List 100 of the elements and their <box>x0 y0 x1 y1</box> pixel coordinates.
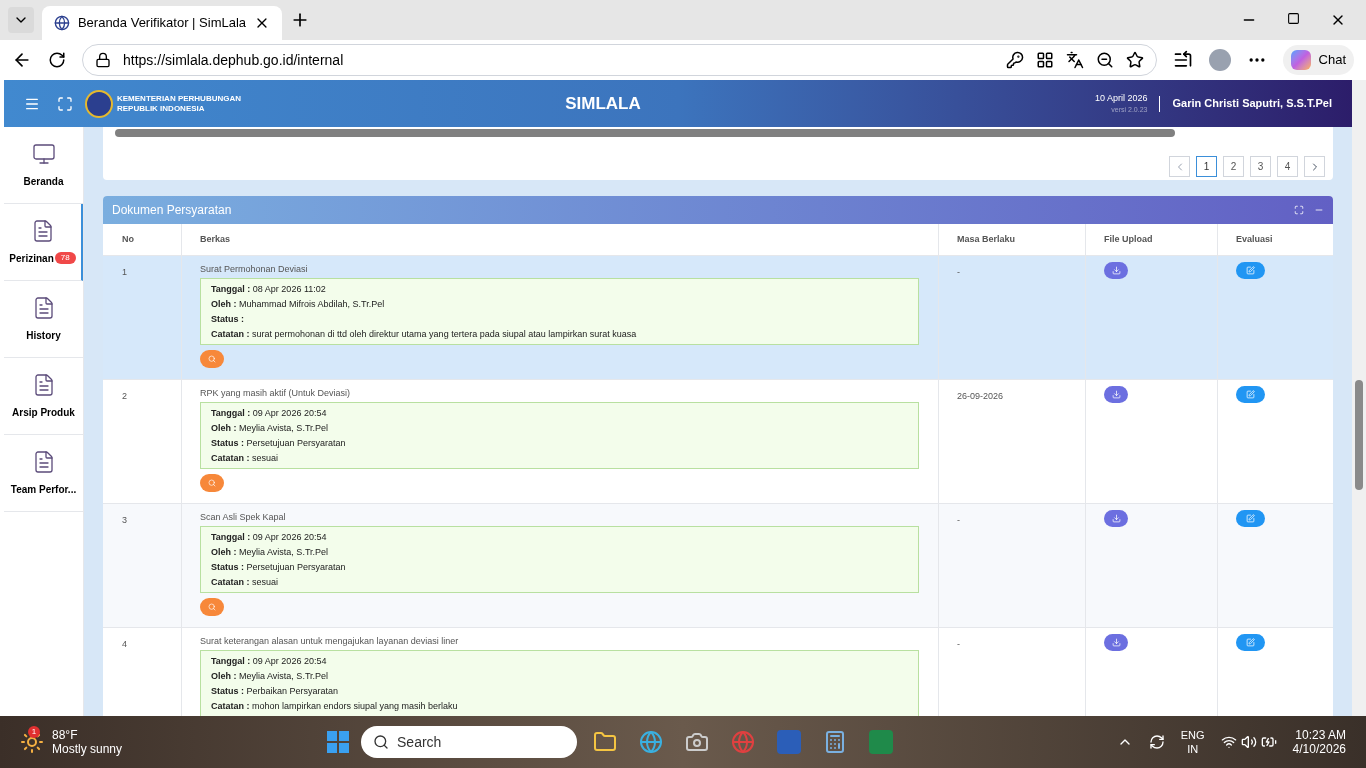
browser-icon[interactable] <box>639 730 664 754</box>
weather-condition: Mostly sunny <box>52 742 123 756</box>
edit-icon <box>1246 638 1255 647</box>
note-line: Oleh : Meylia Avista, S.Tr.Pel <box>211 669 330 682</box>
camera-icon[interactable] <box>685 730 710 754</box>
column-header: File Upload <box>1104 232 1153 246</box>
note-line: Catatan : mohon lampirkan endors siupal yang masih berlaku <box>211 699 459 712</box>
fullscreen-icon[interactable] <box>57 95 73 112</box>
evaluate-button[interactable] <box>1236 510 1265 527</box>
vertical-scrollbar[interactable] <box>1352 80 1366 716</box>
row-number: 3 <box>122 515 127 525</box>
url-text: https://simlala.dephub.go.id/internal <box>123 50 345 70</box>
evaluate-button[interactable] <box>1236 262 1265 279</box>
edit-icon <box>1246 266 1255 275</box>
document-name: Surat keterangan alasan untuk mengajukan layanan deviasi liner <box>200 635 460 648</box>
search-icon <box>208 478 216 487</box>
download-button[interactable] <box>1104 634 1128 651</box>
validity-date: - <box>957 515 960 525</box>
star-icon[interactable] <box>1125 51 1144 69</box>
note-line: Catatan : sesuai <box>211 575 280 588</box>
chat-button[interactable]: Chat <box>1282 45 1354 75</box>
sidebar-item[interactable]: Perizinan 78 <box>4 204 83 281</box>
horizontal-scrollbar[interactable] <box>115 129 1175 137</box>
note-line: Catatan : sesuai <box>211 451 280 464</box>
edit-icon <box>1246 514 1255 523</box>
view-button[interactable] <box>200 597 224 616</box>
column-header: Berkas <box>200 232 231 246</box>
user-name: Garin Christi Saputri, S.S.T.Pel <box>1172 96 1332 112</box>
table-row[interactable]: 3 Scan Asli Spek Kapal Tanggal : 09 Apr 2026 20:54 Oleh : Meylia Avista, S.Tr.Pel Status : Persetujuan Persyaratan Catatan : sesuai - <box>103 504 1333 628</box>
globe-icon <box>54 15 70 31</box>
org-name: REPUBLIK INDONESIA <box>117 103 206 114</box>
tab-title: Beranda Verifikator | SimLala <box>77 14 247 33</box>
temperature: 88°F <box>52 728 79 742</box>
wifi-icon[interactable] <box>1220 734 1237 750</box>
volume-icon[interactable] <box>1240 734 1257 750</box>
reload-icon[interactable] <box>48 51 66 69</box>
monitor-icon <box>31 141 56 166</box>
note-line: Tanggal : 08 Apr 2026 11:02 <box>211 282 327 295</box>
app-title: SIMLALA <box>565 92 641 115</box>
download-button[interactable] <box>1104 386 1128 403</box>
note-line: Status : Persetujuan Persyaratan <box>211 560 347 573</box>
next-page-button[interactable] <box>1304 156 1325 177</box>
page-button[interactable]: 4 <box>1277 156 1298 177</box>
table-row[interactable]: 2 RPK yang masih aktif (Untuk Deviasi) Tanggal : 09 Apr 2026 20:54 Oleh : Meylia Avista, S.Tr.Pel Status : Persetujuan Persyaratan Catatan : sesuai 26-09-2026 <box>103 380 1333 504</box>
note-line: Status : <box>211 312 245 325</box>
translate-icon[interactable] <box>1065 51 1084 69</box>
folder-icon[interactable] <box>593 730 618 754</box>
note-line: Tanggal : 09 Apr 2026 20:54 <box>211 406 328 419</box>
key-icon[interactable] <box>1005 51 1024 69</box>
download-icon <box>1111 266 1121 275</box>
sync-icon[interactable] <box>1148 734 1165 750</box>
page-button[interactable]: 3 <box>1250 156 1271 177</box>
header-date: 10 April 2026 <box>1094 91 1148 105</box>
zoom-out-icon[interactable] <box>1095 51 1114 69</box>
row-number: 1 <box>122 267 127 277</box>
column-header: Evaluasi <box>1236 232 1273 246</box>
browser-tab[interactable]: Beranda Verifikator | SimLala <box>42 6 282 40</box>
evaluate-button[interactable] <box>1236 634 1265 651</box>
favorites-icon[interactable] <box>1172 50 1193 70</box>
panel-title: Dokumen Persyaratan <box>112 202 233 219</box>
download-icon <box>1111 390 1121 399</box>
document-name: Scan Asli Spek Kapal <box>200 511 287 524</box>
count-badge: 78 <box>54 252 76 264</box>
excel-icon[interactable] <box>869 730 894 754</box>
download-button[interactable] <box>1104 510 1128 527</box>
search-field[interactable]: Search <box>361 726 578 758</box>
note-line: Catatan : surat permohonan di ttd oleh direktur utama yang tertera pada siupal atau lampirkan surat kuasa <box>211 327 638 340</box>
note-line: Tanggal : 09 Apr 2026 20:54 <box>211 530 328 543</box>
language-indicator: IN <box>1187 742 1199 756</box>
download-icon <box>1111 514 1121 523</box>
copilot-icon <box>1290 50 1311 70</box>
document-name: Surat Permohonan Deviasi <box>200 263 309 276</box>
org-name: KEMENTERIAN PERHUBUNGAN <box>117 93 241 104</box>
expand-icon[interactable] <box>1294 205 1304 215</box>
search-icon <box>208 354 216 363</box>
search-icon <box>208 602 216 611</box>
note-line: Status : Perbaikan Persyaratan <box>211 684 340 697</box>
download-button[interactable] <box>1104 262 1128 279</box>
page-button[interactable]: 1 <box>1196 156 1217 177</box>
search-placeholder: Search <box>397 732 442 752</box>
note-line: Oleh : Meylia Avista, S.Tr.Pel <box>211 421 330 434</box>
search-icon <box>373 734 390 750</box>
column-header: Masa Berlaku <box>957 232 1016 246</box>
evaluate-button[interactable] <box>1236 386 1265 403</box>
clock-date: 4/10/2026 <box>1292 742 1346 756</box>
start-icon[interactable] <box>327 731 350 753</box>
page-button[interactable]: 2 <box>1223 156 1244 177</box>
tab-list-button[interactable] <box>8 7 34 33</box>
notification-badge: 1 <box>28 726 40 738</box>
note-line: Oleh : Meylia Avista, S.Tr.Pel <box>211 545 330 558</box>
document-name: RPK yang masih aktif (Untuk Deviasi) <box>200 387 352 400</box>
battery-icon[interactable] <box>1260 734 1277 750</box>
edit-icon <box>1246 390 1255 399</box>
view-button[interactable] <box>200 473 224 492</box>
validity-date: - <box>957 639 960 649</box>
profile-avatar[interactable] <box>1208 49 1231 71</box>
view-button[interactable] <box>200 349 224 368</box>
apps-icon[interactable] <box>1035 51 1054 69</box>
column-header: No <box>122 232 134 246</box>
restore-icon[interactable] <box>1287 12 1300 25</box>
